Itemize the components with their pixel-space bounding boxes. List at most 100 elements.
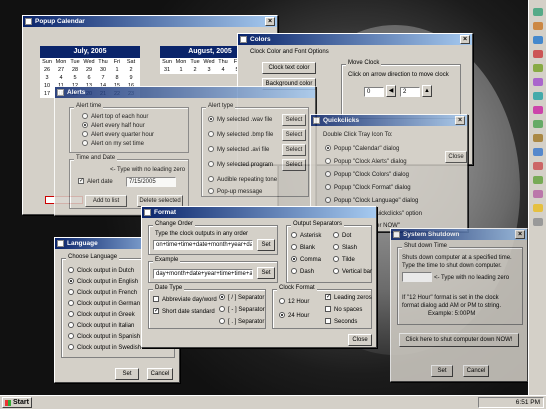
qc-option-alerts[interactable]: Popup "Clock Alerts" dialog: [325, 158, 407, 166]
lang-greek[interactable]: Clock output in Greek: [68, 311, 135, 319]
sep-tilde[interactable]: Tilde: [333, 256, 355, 264]
select-avi-button[interactable]: Select: [282, 144, 306, 156]
day-cell[interactable]: 30: [96, 66, 110, 74]
dock-icon[interactable]: [533, 162, 543, 170]
clock-text-color-button[interactable]: Clock text color: [262, 62, 316, 74]
shutdown-set-button[interactable]: Set: [431, 365, 453, 377]
radio-wav[interactable]: My selected .wav file: [208, 116, 272, 124]
seconds-checkbox[interactable]: Seconds: [325, 318, 357, 326]
day-cell[interactable]: 29: [82, 66, 96, 74]
day-cell[interactable]: 2: [124, 66, 138, 74]
alert-date-field[interactable]: 7/15/2005: [126, 177, 176, 187]
language-set-button[interactable]: Set: [115, 368, 139, 380]
day-cell[interactable]: 2: [188, 66, 202, 74]
day-cell[interactable]: 28: [68, 66, 82, 74]
radio-bmp[interactable]: My selected .bmp file: [208, 131, 273, 139]
12-hour-radio[interactable]: 12 Hour: [279, 298, 309, 306]
day-cell[interactable]: 26: [40, 66, 54, 74]
radio-popup[interactable]: Pop-up message: [208, 188, 262, 196]
select-bmp-button[interactable]: Select: [282, 129, 306, 141]
order-set-button[interactable]: Set: [257, 239, 275, 251]
order-field[interactable]: on+time+time+date+month+year+day: [153, 240, 253, 250]
format-close-button[interactable]: Close: [348, 334, 372, 346]
dock-icon[interactable]: [533, 22, 543, 30]
up-down-arrow-button[interactable]: ▲: [422, 85, 432, 97]
slash-separator-radio[interactable]: [ / ] Separator: [219, 294, 264, 302]
sep-vertical-bar[interactable]: Vertical bar: [333, 268, 372, 276]
radio-program[interactable]: My selected program: [208, 161, 273, 169]
dock-icon[interactable]: [533, 78, 543, 86]
day-cell[interactable]: 8: [110, 74, 124, 82]
close-icon[interactable]: ×: [455, 116, 465, 125]
abbreviate-checkbox[interactable]: Abbreviate day/word: [153, 296, 217, 304]
dot-separator-radio[interactable]: [ . ] Separator: [219, 318, 264, 326]
day-cell[interactable]: 4: [216, 66, 230, 74]
sep-blank[interactable]: Blank: [291, 244, 315, 252]
lang-english[interactable]: Clock output in English: [68, 278, 138, 286]
dock-icon[interactable]: [533, 204, 543, 212]
sep-slash[interactable]: Slash: [333, 244, 357, 252]
dock-icon[interactable]: [533, 106, 543, 114]
radio-set-time[interactable]: Alert on my set time: [82, 140, 144, 148]
day-cell[interactable]: 6: [82, 74, 96, 82]
add-to-list-button[interactable]: Add to list: [85, 195, 127, 207]
day-cell[interactable]: 31: [160, 66, 174, 74]
shutdown-cancel-button[interactable]: Cancel: [463, 365, 489, 377]
title-bar[interactable]: Colors ×: [238, 34, 472, 45]
radio-tone[interactable]: Audible repeating tone: [208, 176, 277, 184]
close-icon[interactable]: ×: [265, 17, 275, 26]
dock-icon[interactable]: [533, 134, 543, 142]
close-icon[interactable]: ×: [515, 230, 525, 239]
radio-quarter-hour[interactable]: Alert every quarter hour: [82, 131, 154, 139]
day-cell[interactable]: 9: [124, 74, 138, 82]
radio-avi[interactable]: My selected .avi file: [208, 146, 269, 154]
sep-asterisk[interactable]: Asterisk: [291, 232, 321, 240]
no-spaces-checkbox[interactable]: No spaces: [325, 306, 362, 314]
dock-icon[interactable]: [533, 218, 543, 226]
radio-hourly[interactable]: Alert top of each hour: [82, 113, 148, 121]
start-button[interactable]: Start: [2, 397, 32, 408]
day-cell[interactable]: 3: [40, 74, 54, 82]
sep-comma[interactable]: Comma: [291, 256, 321, 264]
lang-italian[interactable]: Clock output in Italian: [68, 322, 134, 330]
shutdown-now-button[interactable]: Click here to shut computer down NOW!: [399, 333, 519, 347]
left-arrow-button[interactable]: ◀: [386, 85, 396, 97]
close-icon[interactable]: ×: [460, 35, 470, 44]
day-cell[interactable]: 10: [40, 82, 54, 90]
short-date-checkbox[interactable]: ✓ Short date standard: [153, 308, 215, 316]
example-set-button[interactable]: Set: [257, 267, 275, 279]
title-bar[interactable]: Popup Calendar ×: [23, 16, 277, 27]
dock-icon[interactable]: [533, 190, 543, 198]
day-cell[interactable]: 17: [40, 90, 54, 98]
day-cell[interactable]: 7: [96, 74, 110, 82]
dash-separator-radio[interactable]: [ - ] Separator: [219, 306, 265, 314]
alert-date-checkbox[interactable]: ✓ Alert date: [78, 178, 113, 186]
24-hour-radio[interactable]: 24 Hour: [279, 312, 309, 320]
dock-icon[interactable]: [533, 148, 543, 156]
select-program-button[interactable]: Select: [282, 159, 306, 171]
sep-dot[interactable]: Dot: [333, 232, 351, 240]
dock-icon[interactable]: [533, 64, 543, 72]
y-position-field[interactable]: 2: [400, 87, 420, 97]
lang-swedish[interactable]: Clock output in Swedish: [68, 344, 141, 352]
dock-icon[interactable]: [533, 8, 543, 16]
qc-option-calendar[interactable]: Popup "Calendar" dialog: [325, 145, 399, 153]
title-bar[interactable]: Alerts: [55, 87, 315, 98]
quickclicks-close-button[interactable]: Close: [445, 151, 467, 163]
system-tray-clock[interactable]: 6:51 PM: [478, 397, 544, 408]
day-cell[interactable]: 1: [174, 66, 188, 74]
qc-option-language[interactable]: Popup "Clock Language" dialog: [325, 197, 418, 205]
lang-dutch[interactable]: Clock output in Dutch: [68, 267, 134, 275]
day-cell[interactable]: 1: [110, 66, 124, 74]
lang-german[interactable]: Clock output in German: [68, 300, 140, 308]
day-cell[interactable]: 5: [68, 74, 82, 82]
day-cell[interactable]: 3: [202, 66, 216, 74]
language-cancel-button[interactable]: Cancel: [147, 368, 173, 380]
title-bar[interactable]: System Shutdown ×: [391, 229, 527, 240]
lang-french[interactable]: Clock output in French: [68, 289, 137, 297]
dock-icon[interactable]: [533, 50, 543, 58]
dock-icon[interactable]: [533, 92, 543, 100]
dock-icon[interactable]: [533, 176, 543, 184]
shutdown-time-field[interactable]: [402, 272, 432, 282]
dock-icon[interactable]: [533, 36, 543, 44]
